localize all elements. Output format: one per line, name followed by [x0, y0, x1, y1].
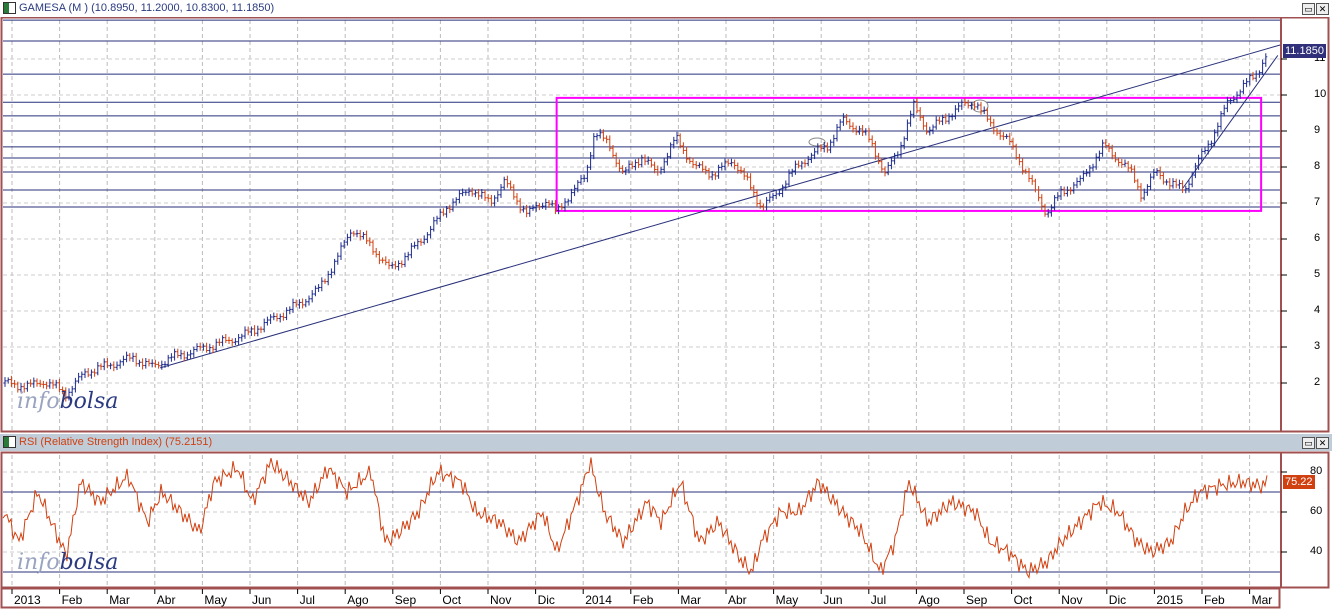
price-axis-label: 7 [1314, 196, 1321, 208]
price-axis-label: 3 [1314, 340, 1321, 352]
rsi-line [2, 457, 1268, 580]
x-axis-label: Abr [728, 593, 747, 607]
price-panel-header: GAMESA (M ) (10.8950, 11.2000, 10.8300, … [0, 0, 1332, 17]
x-axis-label: 2015 [1156, 593, 1184, 607]
x-axis-label: 2014 [585, 593, 612, 607]
x-axis-label: Feb [1204, 593, 1225, 607]
close-button[interactable]: ✕ [1316, 437, 1329, 449]
close-button[interactable]: ✕ [1316, 3, 1329, 15]
price-axis-label: 5 [1314, 268, 1321, 280]
x-axis-label: May [204, 593, 228, 607]
price-axis-label: 10 [1314, 88, 1327, 100]
range-box [555, 96, 1263, 212]
x-axis-label: Abr [156, 593, 176, 607]
rsi-axis-label: 40 [1310, 545, 1323, 557]
x-axis-label: Jul [299, 593, 315, 607]
rsi-panel-header: RSI (Relative Strength Index) (75.2151) … [0, 434, 1332, 451]
x-axis-label: Nov [490, 593, 512, 607]
x-axis-label: Mar [1251, 593, 1273, 607]
x-axis-label: Oct [1013, 593, 1033, 607]
price-panel-frame [0, 16, 1330, 433]
x-axis-label: Jun [823, 593, 843, 607]
rsi-panel-title: RSI (Relative Strength Index) (75.2151) [19, 436, 213, 448]
annotation-ellipse [808, 137, 826, 147]
price-axis-label: 4 [1314, 304, 1321, 316]
panel-icon [3, 436, 16, 448]
x-axis-label: Sep [966, 593, 988, 607]
price-panel-title: GAMESA (M ) (10.8950, 11.2000, 10.8300, … [19, 2, 275, 14]
maximize-button[interactable]: ▭ [1302, 437, 1315, 449]
rsi-panel-frame [0, 451, 1330, 589]
watermark-part2: bolsa [59, 550, 119, 575]
x-axis-label: Feb [61, 593, 83, 607]
chart-canvas [0, 16, 1330, 609]
trendline [159, 44, 1281, 369]
chart-window: GAMESA (M ) (10.8950, 11.2000, 10.8300, … [0, 0, 1332, 610]
watermark-part1: info [17, 550, 60, 575]
price-bars [3, 53, 1268, 402]
panel-icon [3, 2, 16, 14]
watermark-part1: info [17, 389, 60, 414]
x-axis-label: Ago [918, 593, 940, 607]
maximize-button[interactable]: ▭ [1302, 3, 1315, 15]
x-axis-label: Dic [537, 593, 555, 607]
x-axis-label: Jul [870, 593, 887, 607]
x-axis-label: Oct [442, 593, 462, 607]
watermark-part2: bolsa [59, 389, 119, 414]
x-axis-label: Mar [109, 593, 130, 607]
x-axis-label: Feb [632, 593, 654, 607]
x-axis-label: May [775, 593, 799, 607]
x-axis-label: Mar [680, 593, 702, 607]
x-axis-label: 2013 [14, 593, 41, 607]
x-axis-label: Sep [394, 593, 417, 607]
last-rsi-badge: 75.22 [1283, 475, 1315, 489]
price-axis-label: 8 [1314, 160, 1321, 172]
trendline [1182, 55, 1279, 189]
last-price-badge: 11.1850 [1283, 44, 1326, 58]
price-axis-label: 9 [1314, 124, 1321, 136]
price-axis-label: 2 [1314, 376, 1321, 388]
infobolsa-watermark: infobolsa [17, 389, 118, 414]
rsi-axis-label: 60 [1310, 505, 1323, 517]
x-axis-label: Nov [1061, 593, 1083, 607]
x-axis-label: Jun [252, 593, 272, 607]
infobolsa-watermark: infobolsa [17, 550, 118, 575]
x-axis-label: Ago [347, 593, 369, 607]
x-axis-label: Dic [1108, 593, 1127, 607]
price-axis-label: 6 [1314, 232, 1321, 244]
